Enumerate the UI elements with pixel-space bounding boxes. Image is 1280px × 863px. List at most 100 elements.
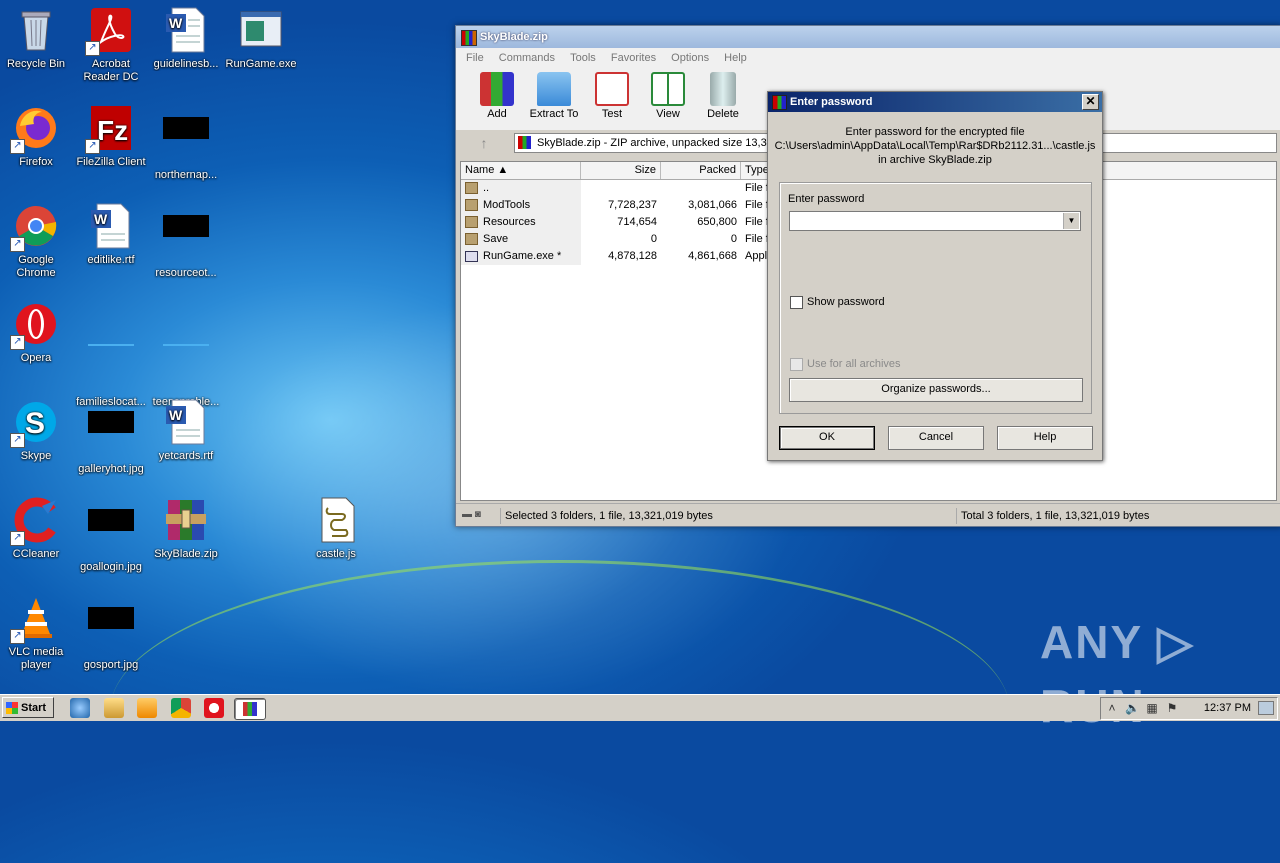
word-document-icon: W <box>87 202 135 250</box>
desktop-icon-recycle-bin[interactable]: Recycle Bin <box>0 6 72 71</box>
delete-button[interactable]: Delete <box>697 72 749 120</box>
desktop-icon-chrome[interactable]: ↗ Google Chrome <box>0 202 72 280</box>
ok-button[interactable]: OK <box>779 426 875 450</box>
delete-trash-icon <box>710 72 736 106</box>
svg-text:W: W <box>169 407 183 423</box>
desktop-icon-familieslocat[interactable]: familieslocat... <box>75 300 147 409</box>
desktop-icon-yetcards[interactable]: W yetcards.rtf <box>150 398 222 463</box>
image-thumbnail-icon <box>87 607 135 655</box>
chrome-icon[interactable] <box>171 698 191 718</box>
password-input[interactable]: ▼ <box>789 211 1081 231</box>
flag-icon[interactable]: ⚑ <box>1165 701 1179 715</box>
svg-text:Fz: Fz <box>97 115 128 146</box>
chevron-down-icon[interactable]: ▼ <box>1063 213 1079 229</box>
show-password-checkbox[interactable] <box>790 296 803 309</box>
file-size: 4,878,128 <box>608 250 657 262</box>
script-file-icon <box>312 496 360 544</box>
cancel-button[interactable]: Cancel <box>888 426 984 450</box>
up-arrow-icon[interactable]: ↑ <box>464 134 504 152</box>
use-for-all-checkbox <box>790 358 803 371</box>
desktop-icon-teensproble[interactable]: teensproble... <box>150 300 222 409</box>
menu-options[interactable]: Options <box>671 52 709 64</box>
shortcut-arrow-icon: ↗ <box>85 41 100 56</box>
media-player-icon[interactable] <box>137 698 157 718</box>
desktop-icon-skyblade-zip[interactable]: SkyBlade.zip <box>150 496 222 561</box>
desktop-icon-galleryhot[interactable]: galleryhot.jpg <box>75 398 147 476</box>
folder-icon <box>465 233 478 245</box>
test-label: Test <box>601 108 623 120</box>
desktop-icon-ccleaner[interactable]: ↗ CCleaner <box>0 496 72 561</box>
dialog-titlebar[interactable]: Enter password ✕ <box>768 92 1102 112</box>
opera-icon[interactable] <box>204 698 224 718</box>
file-size: 714,654 <box>617 216 657 228</box>
delete-label: Delete <box>707 108 739 120</box>
file-packed: 650,800 <box>697 216 737 228</box>
winrar-app-icon <box>461 30 477 46</box>
file-name: .. <box>483 182 490 194</box>
use-for-all-label: Use for all archives <box>807 358 901 370</box>
dialog-message-line-1: Enter password for the encrypted file <box>845 126 1025 138</box>
menu-file[interactable]: File <box>466 52 484 64</box>
menu-help[interactable]: Help <box>724 52 747 64</box>
winrar-taskbar-button[interactable] <box>234 698 266 720</box>
column-name[interactable]: Name ▲ <box>461 162 581 179</box>
test-clipboard-icon <box>595 72 629 106</box>
desktop-icon-guidelines[interactable]: W guidelinesb... <box>150 6 222 71</box>
winrar-titlebar[interactable]: SkyBlade.zip <box>456 26 1280 48</box>
desktop-icon-acrobat[interactable]: ↗ Acrobat Reader DC <box>75 6 147 84</box>
acrobat-icon: ↗ <box>85 6 135 56</box>
chevron-up-icon[interactable]: ˄ <box>1105 701 1119 715</box>
view-button[interactable]: View <box>642 72 694 120</box>
clock[interactable]: 12:37 PM <box>1204 701 1251 716</box>
desktop-icon-editlike[interactable]: W editlike.rtf <box>75 202 147 267</box>
desktop-icon-northernap[interactable]: northernap... <box>150 104 222 182</box>
executable-icon <box>465 251 478 262</box>
column-size[interactable]: Size <box>581 162 661 179</box>
column-packed[interactable]: Packed <box>661 162 741 179</box>
show-desktop-icon[interactable] <box>1258 701 1274 715</box>
add-button[interactable]: Add <box>471 72 523 120</box>
desktop-icon-goallogin[interactable]: goallogin.jpg <box>75 496 147 574</box>
close-button[interactable]: ✕ <box>1082 94 1099 110</box>
file-packed: 4,861,668 <box>688 250 737 262</box>
folder-icon <box>465 199 478 211</box>
shortcut-arrow-icon: ↗ <box>10 629 25 644</box>
desktop-icon-label: Opera <box>20 352 52 364</box>
organize-passwords-button[interactable]: Organize passwords... <box>789 378 1083 402</box>
menu-tools[interactable]: Tools <box>570 52 596 64</box>
extract-to-button[interactable]: Extract To <box>528 72 580 120</box>
file-name: ModTools <box>483 199 531 211</box>
menu-favorites[interactable]: Favorites <box>611 52 656 64</box>
desktop-icon-gosport[interactable]: gosport.jpg <box>75 594 147 672</box>
filezilla-icon: Fz ↗ <box>85 104 135 154</box>
desktop-icon-skype[interactable]: S ↗ Skype <box>0 398 72 463</box>
test-button[interactable]: Test <box>586 72 638 120</box>
password-group: Enter password ▼ Show password Use for a… <box>779 182 1092 414</box>
word-document-icon: W <box>162 6 210 54</box>
desktop-icon-filezilla[interactable]: Fz ↗ FileZilla Client <box>75 104 147 169</box>
desktop-icon-label: gosport.jpg <box>83 659 139 671</box>
folder-up-icon <box>465 182 478 194</box>
shortcut-arrow-icon: ↗ <box>10 335 25 350</box>
status-total: Total 3 folders, 1 file, 13,321,019 byte… <box>956 508 1277 524</box>
network-icon[interactable]: ▦ <box>1145 701 1159 715</box>
zip-icon <box>518 136 531 149</box>
desktop-icon-castle-js[interactable]: castle.js <box>300 496 372 561</box>
dialog-message-line-3: in archive SkyBlade.zip <box>878 154 992 166</box>
volume-icon[interactable]: 🔈 <box>1125 701 1140 715</box>
menu-commands[interactable]: Commands <box>499 52 555 64</box>
desktop-icon-firefox[interactable]: ↗ Firefox <box>0 104 72 169</box>
desktop-icon-resourceot[interactable]: resourceot... <box>150 202 222 280</box>
path-text: SkyBlade.zip - ZIP archive, unpacked siz… <box>537 137 779 149</box>
desktop-icon-vlc[interactable]: ↗ VLC media player <box>0 594 72 672</box>
desktop-icon-opera[interactable]: ↗ Opera <box>0 300 72 365</box>
ccleaner-icon: ↗ <box>10 496 60 546</box>
desktop-icon-rungame[interactable]: RunGame.exe <box>225 6 297 71</box>
help-button[interactable]: Help <box>997 426 1093 450</box>
word-document-icon: W <box>162 398 210 446</box>
explorer-icon[interactable] <box>104 698 124 718</box>
start-button[interactable]: Start <box>2 697 54 718</box>
show-password-label[interactable]: Show password <box>807 296 885 308</box>
ie-icon[interactable] <box>70 698 90 718</box>
extract-to-label: Extract To <box>529 108 579 120</box>
